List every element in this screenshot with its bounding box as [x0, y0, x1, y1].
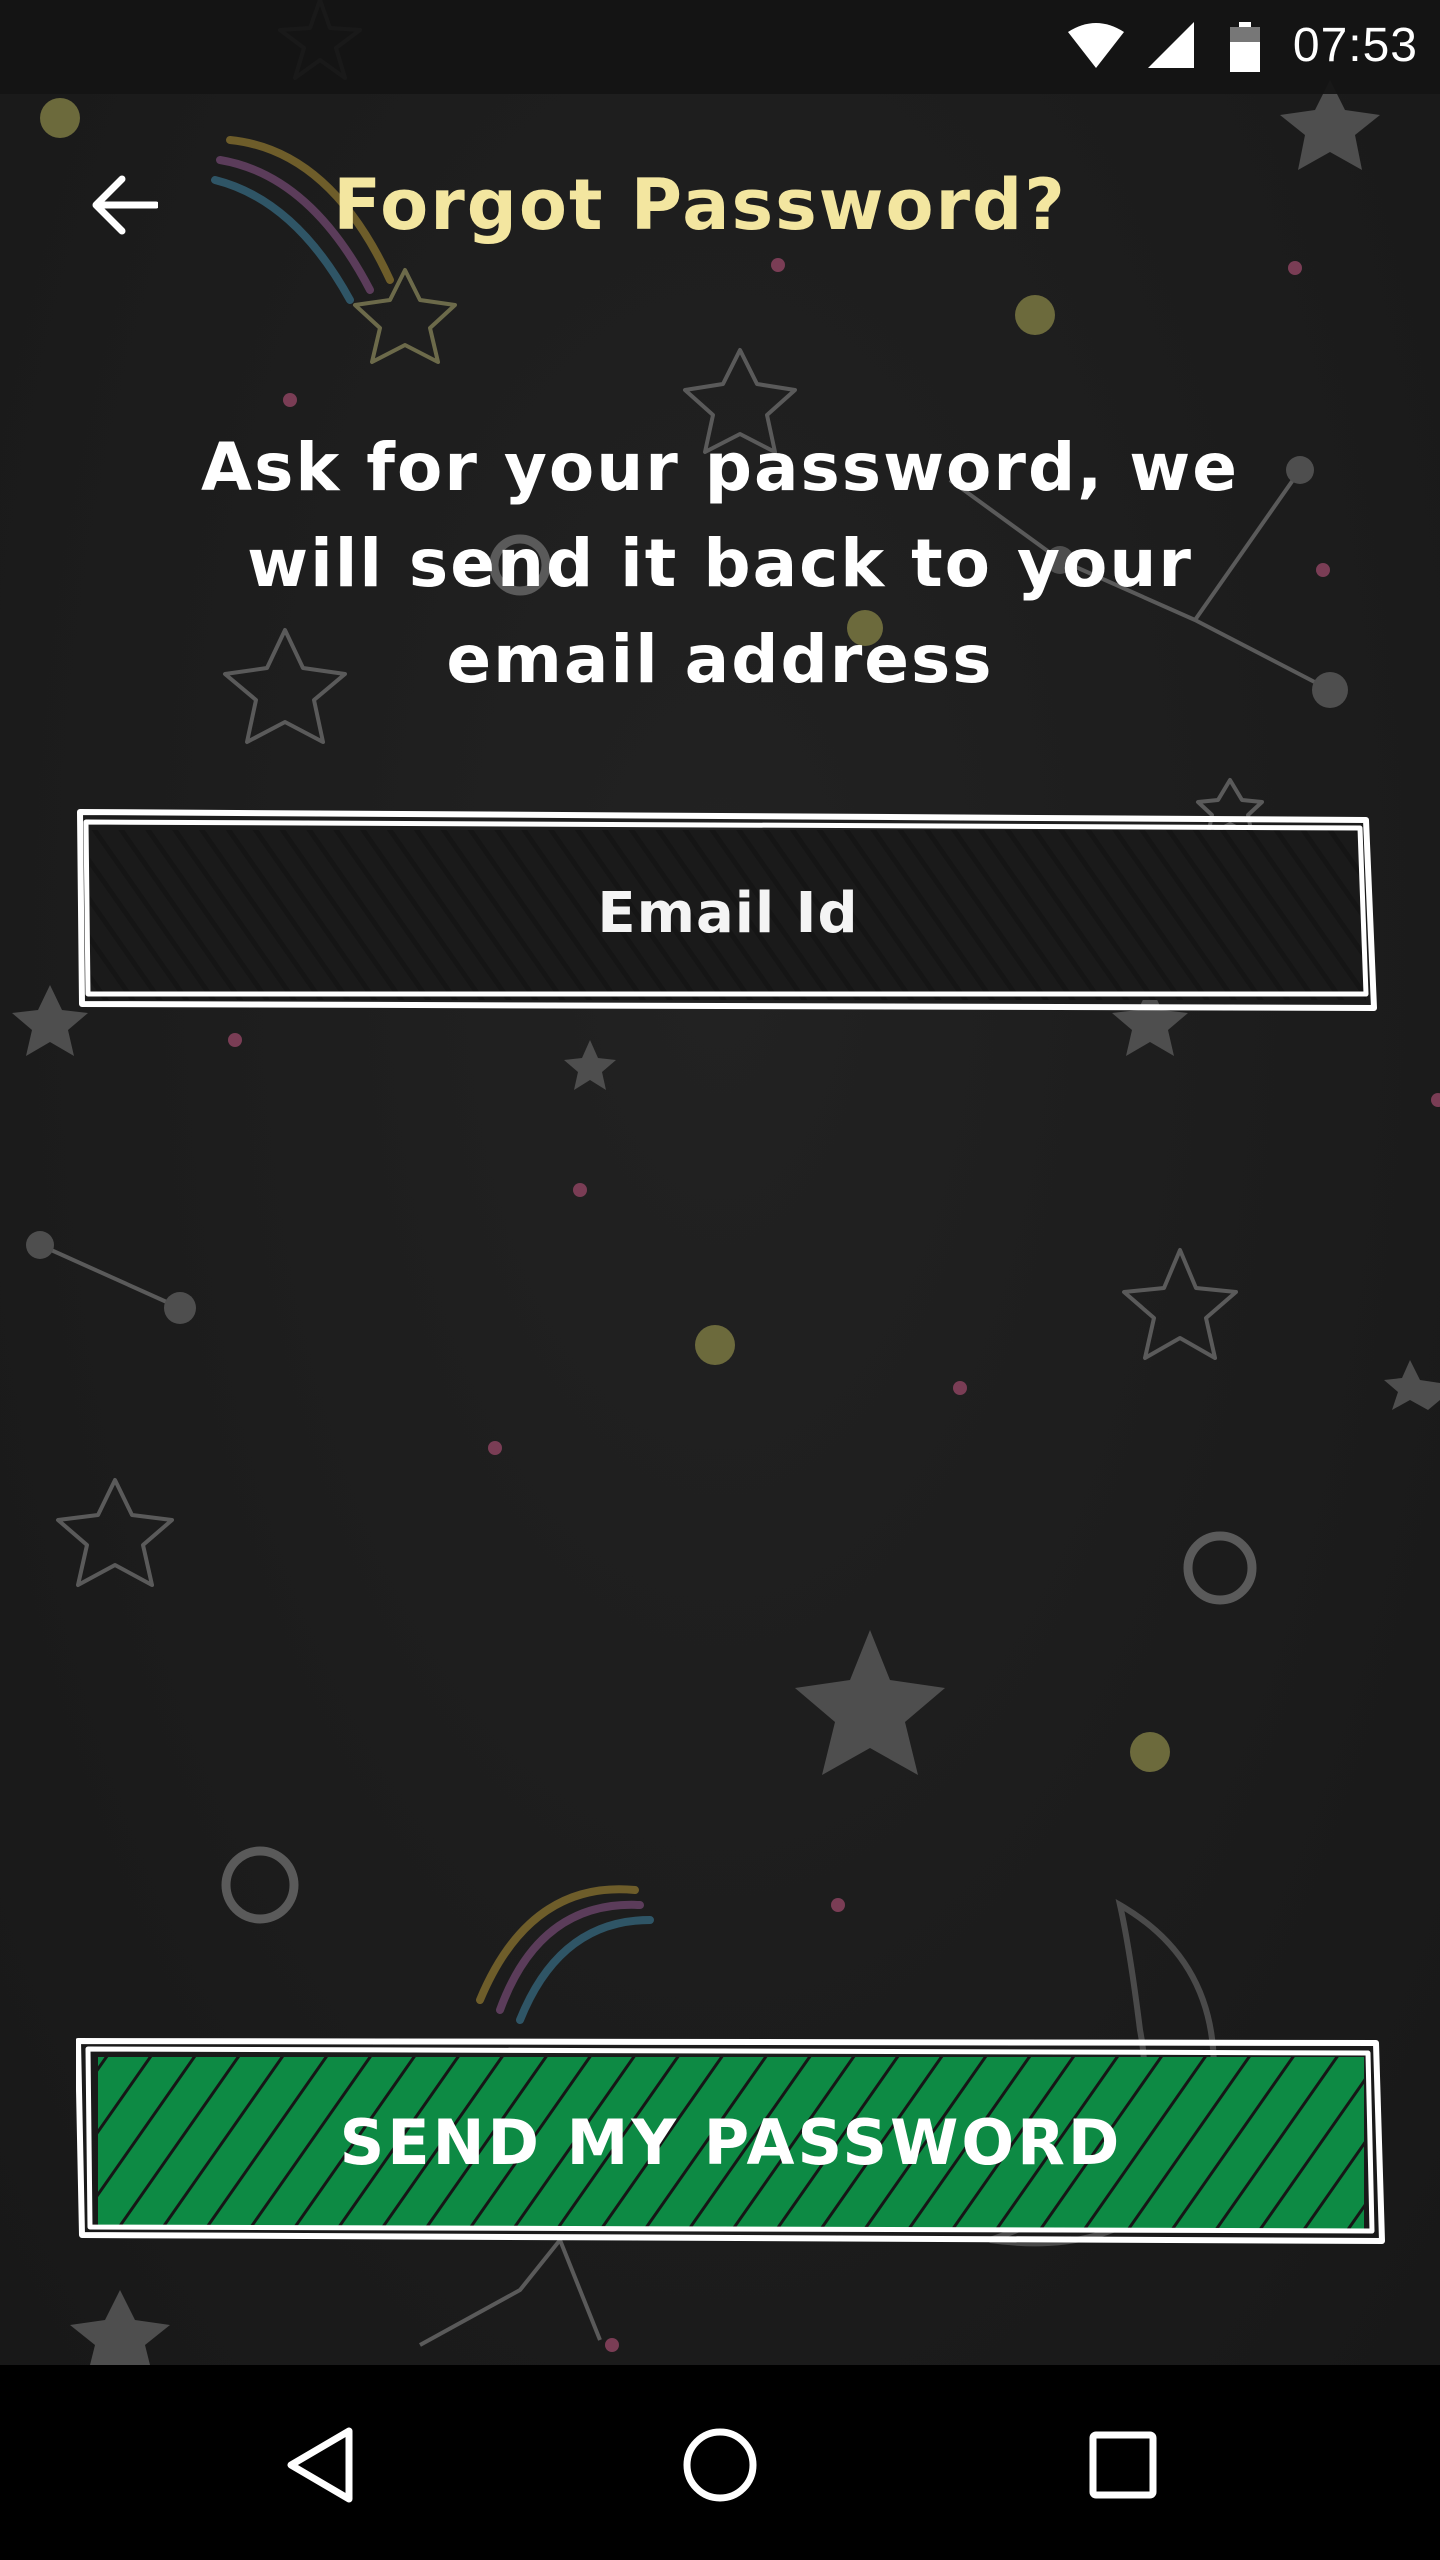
- arrow-left-icon: [92, 175, 158, 235]
- email-input[interactable]: [116, 838, 1340, 988]
- instructions-line-2: will send it back to your: [247, 525, 1193, 602]
- nav-recents-button[interactable]: [1063, 2405, 1183, 2525]
- send-password-button[interactable]: SEND MY PASSWORD: [76, 2035, 1386, 2250]
- cellular-signal-icon: [1148, 22, 1194, 68]
- wifi-icon: [1068, 23, 1124, 68]
- back-button[interactable]: [70, 150, 180, 260]
- home-circle-icon: [683, 2428, 757, 2502]
- recents-square-icon: [1089, 2431, 1157, 2499]
- instructions-line-1: Ask for your password, we: [201, 429, 1239, 506]
- send-button-label: SEND MY PASSWORD: [339, 2106, 1123, 2179]
- status-bar: 07:53: [0, 0, 1440, 94]
- back-triangle-icon: [287, 2427, 353, 2503]
- app-screen: 07:53 Forgot Password? Ask for your pass…: [0, 0, 1440, 2365]
- instructions-text: Ask for your password, we will send it b…: [140, 420, 1300, 708]
- navigation-bar: [0, 2365, 1440, 2560]
- instructions-line-3: email address: [446, 621, 994, 698]
- nav-back-button[interactable]: [260, 2405, 380, 2525]
- chalk-background-decoration: [12, 0, 1440, 2365]
- email-field[interactable]: [76, 808, 1380, 1018]
- page-title: Forgot Password?: [333, 164, 1067, 246]
- battery-icon: [1230, 22, 1260, 72]
- status-time: 07:53: [1292, 19, 1418, 72]
- nav-home-button[interactable]: [660, 2405, 780, 2525]
